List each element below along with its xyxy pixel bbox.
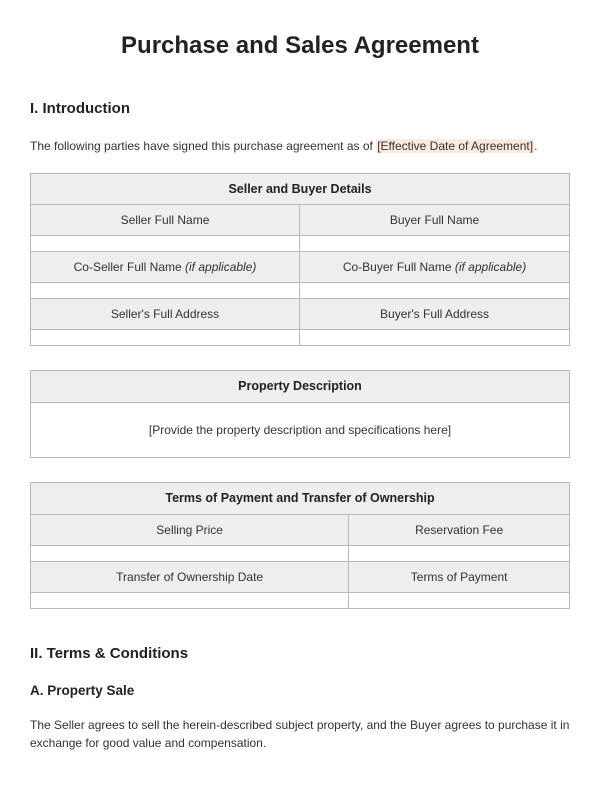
table3-title: Terms of Payment and Transfer of Ownersh… [31, 483, 570, 515]
buyer-name-field[interactable] [300, 236, 570, 252]
co-buyer-name-field[interactable] [300, 283, 570, 299]
seller-buyer-table: Seller and Buyer Details Seller Full Nam… [30, 173, 570, 347]
buyer-address-label: Buyer's Full Address [300, 299, 570, 330]
reservation-fee-label: Reservation Fee [349, 514, 570, 545]
subsection-a-heading: A. Property Sale [30, 681, 570, 701]
transfer-date-field[interactable] [31, 592, 349, 608]
document-title: Purchase and Sales Agreement [30, 28, 570, 64]
table2-title: Property Description [31, 371, 570, 403]
table1-title: Seller and Buyer Details [31, 173, 570, 205]
property-sale-paragraph: The Seller agrees to sell the herein-des… [30, 716, 570, 752]
property-description-field[interactable]: [Provide the property description and sp… [31, 403, 570, 458]
intro-text-after: . [534, 139, 537, 153]
selling-price-label: Selling Price [31, 514, 349, 545]
selling-price-field[interactable] [31, 545, 349, 561]
buyer-address-field[interactable] [300, 330, 570, 346]
intro-paragraph: The following parties have signed this p… [30, 137, 570, 155]
terms-payment-label: Terms of Payment [349, 561, 570, 592]
seller-name-label: Seller Full Name [31, 205, 300, 236]
property-description-table: Property Description [Provide the proper… [30, 370, 570, 458]
seller-name-field[interactable] [31, 236, 300, 252]
terms-payment-field[interactable] [349, 592, 570, 608]
effective-date-placeholder: [Effective Date of Agreement] [376, 139, 534, 153]
co-seller-name-field[interactable] [31, 283, 300, 299]
reservation-fee-field[interactable] [349, 545, 570, 561]
section-2-heading: II. Terms & Conditions [30, 643, 570, 666]
co-buyer-name-label: Co-Buyer Full Name (if applicable) [300, 252, 570, 283]
terms-payment-table: Terms of Payment and Transfer of Ownersh… [30, 482, 570, 609]
co-seller-name-label: Co-Seller Full Name (if applicable) [31, 252, 300, 283]
transfer-date-label: Transfer of Ownership Date [31, 561, 349, 592]
section-1-heading: I. Introduction [30, 98, 570, 121]
buyer-name-label: Buyer Full Name [300, 205, 570, 236]
intro-text-before: The following parties have signed this p… [30, 139, 376, 153]
seller-address-field[interactable] [31, 330, 300, 346]
seller-address-label: Seller's Full Address [31, 299, 300, 330]
